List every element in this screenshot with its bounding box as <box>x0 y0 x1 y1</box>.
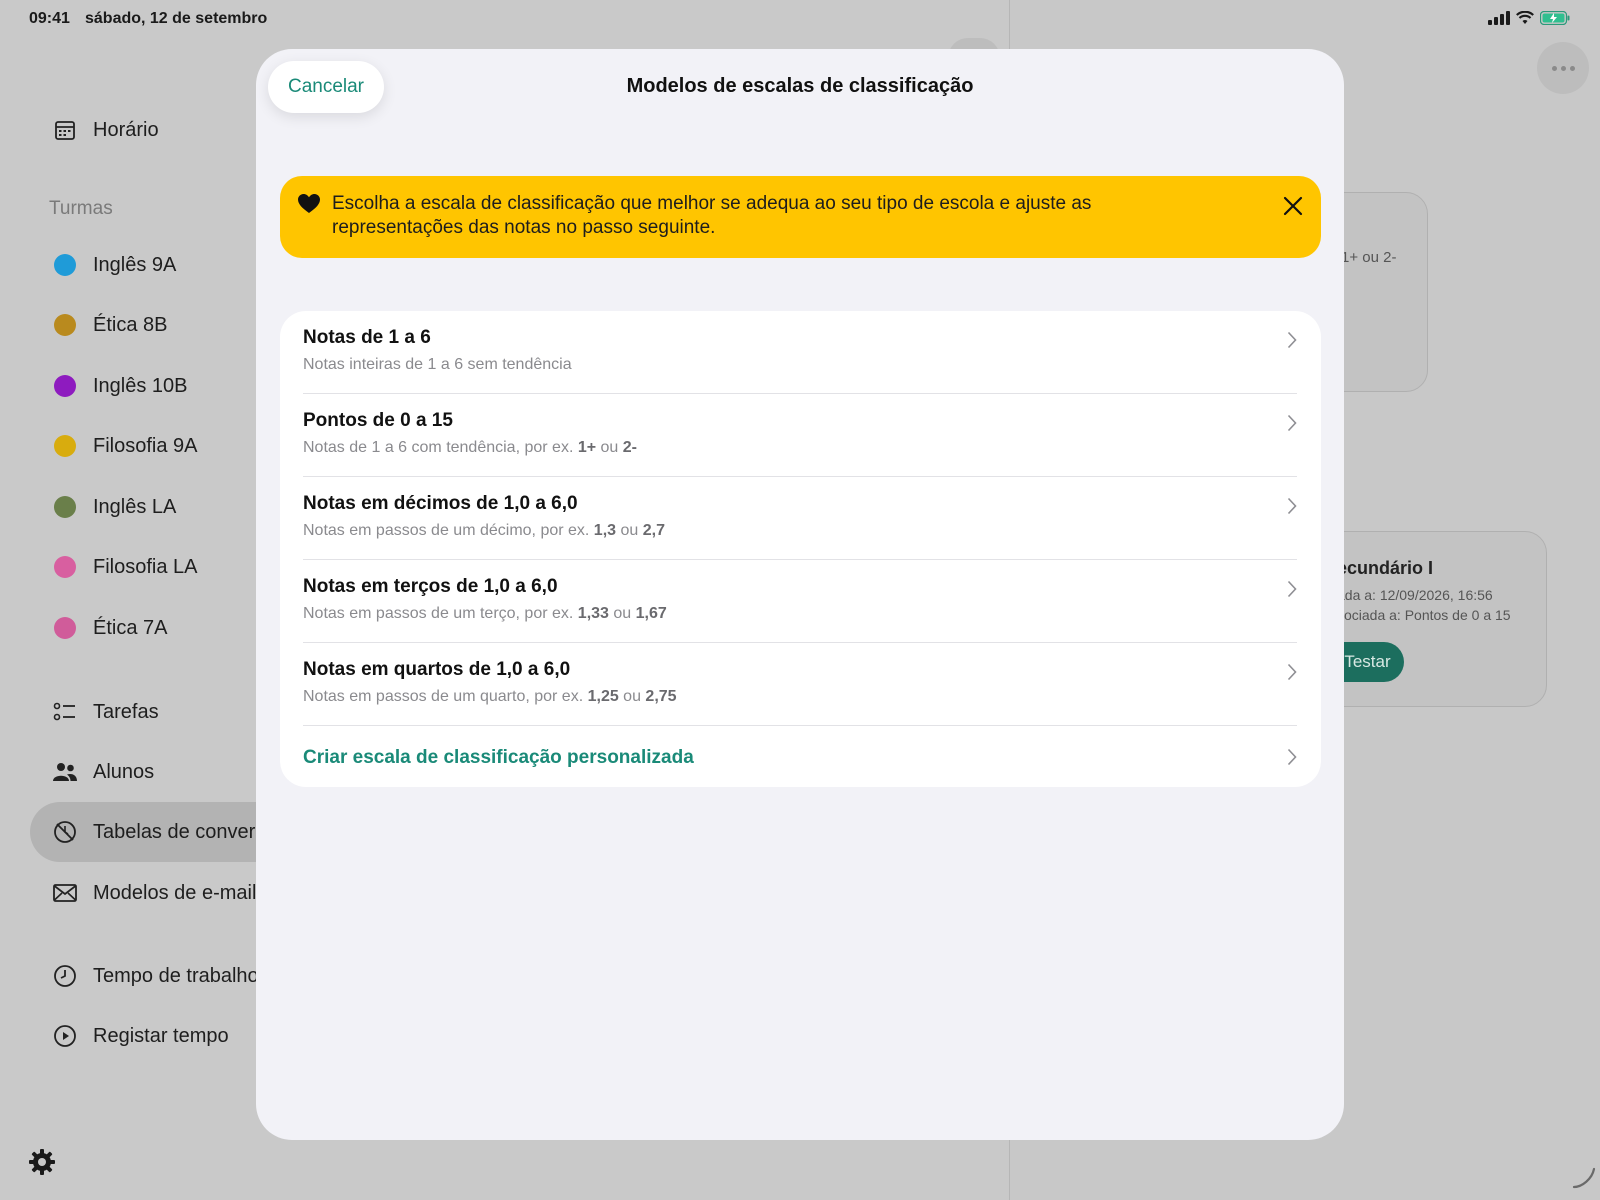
scale-option-subtitle: Notas em passos de um terço, por ex. 1,3… <box>303 605 667 622</box>
sidebar-item-schedule[interactable]: Horário <box>52 110 159 150</box>
class-color-dot <box>54 617 76 639</box>
status-bar: 09:41 sábado, 12 de setembro <box>0 0 1600 38</box>
chevron-right-icon <box>1287 748 1297 771</box>
sidebar-item-tasks[interactable]: Tarefas <box>52 692 159 732</box>
scale-option-subtitle: Notas em passos de um décimo, por ex. 1,… <box>303 522 665 539</box>
signal-icon <box>1488 11 1510 30</box>
classes-heading: Turmas <box>49 198 113 219</box>
modal-title: Modelos de escalas de classificação <box>626 75 974 97</box>
sidebar-item-label: Inglês 10B <box>93 374 188 397</box>
sidebar-item-work-time[interactable]: Tempo de trabalho <box>52 956 259 996</box>
sidebar-item-class[interactable]: Inglês 9A <box>52 245 176 285</box>
scale-option-title: Notas em quartos de 1,0 a 6,0 <box>303 659 571 680</box>
chevron-right-icon <box>1287 580 1297 603</box>
heart-icon <box>298 194 320 219</box>
sidebar-item-label: Inglês LA <box>93 495 177 518</box>
class-color-dot <box>54 375 76 397</box>
class-color-dot <box>54 254 76 276</box>
resize-handle-icon[interactable] <box>1572 1165 1596 1194</box>
scale-option-title: Notas em terços de 1,0 a 6,0 <box>303 576 558 597</box>
info-banner: Escolha a escala de classificação que me… <box>280 176 1321 258</box>
people-icon <box>52 759 78 785</box>
sidebar-item-label: Ética 7A <box>93 616 168 639</box>
scale-option-row[interactable]: Notas em décimos de 1,0 a 6,0 Notas em p… <box>303 477 1297 560</box>
sidebar-item-class[interactable]: Filosofia LA <box>52 547 198 587</box>
more-options-button[interactable] <box>1537 42 1589 94</box>
scale-options-list: Notas de 1 a 6 Notas inteiras de 1 a 6 s… <box>280 311 1321 787</box>
scale-option-subtitle: Notas inteiras de 1 a 6 sem tendência <box>303 356 572 373</box>
checklist-icon <box>52 699 78 725</box>
banner-message: Escolha a escala de classificação que me… <box>332 193 1092 238</box>
wifi-icon <box>1516 10 1534 30</box>
background-card-text: ada a: 12/09/2026, 16:56 <box>1337 587 1493 603</box>
scale-option-title: Pontos de 0 a 15 <box>303 410 453 431</box>
status-time: 09:41 <box>29 10 70 27</box>
scale-option-title: Notas em décimos de 1,0 a 6,0 <box>303 493 578 514</box>
sidebar-item-log-time[interactable]: Registar tempo <box>52 1016 229 1056</box>
sidebar-item-conversion-tables[interactable]: Tabelas de convers <box>52 812 265 852</box>
class-color-dot <box>54 556 76 578</box>
scale-option-row[interactable]: Notas em quartos de 1,0 a 6,0 Notas em p… <box>303 643 1297 726</box>
battery-charging-icon <box>1539 10 1570 30</box>
scale-option-row[interactable]: Notas em terços de 1,0 a 6,0 Notas em pa… <box>303 560 1297 643</box>
sidebar-item-label: Tempo de trabalho <box>93 964 259 987</box>
sidebar-item-label: Tabelas de convers <box>93 820 266 843</box>
chevron-right-icon <box>1287 497 1297 520</box>
status-date: sábado, 12 de setembro <box>85 10 268 27</box>
settings-gear-icon[interactable] <box>28 1148 56 1181</box>
play-circle-icon <box>52 1023 78 1049</box>
grading-scale-templates-modal: Cancelar Modelos de escalas de classific… <box>256 49 1344 1140</box>
sidebar-item-label: Modelos de e-mail <box>93 881 257 904</box>
sidebar-item-class[interactable]: Inglês 10B <box>52 366 188 406</box>
scale-option-subtitle: Notas em passos de um quarto, por ex. 1,… <box>303 688 677 705</box>
sidebar-item-label: Ética 8B <box>93 313 168 336</box>
scale-option-row[interactable]: Pontos de 0 a 15 Notas de 1 a 6 com tend… <box>303 394 1297 477</box>
sidebar-item-label: Tarefas <box>93 700 159 723</box>
sidebar-item-label: Alunos <box>93 760 155 783</box>
scale-option-title: Notas de 1 a 6 <box>303 327 431 348</box>
prohibited-clock-icon <box>52 819 78 845</box>
chevron-right-icon <box>1287 663 1297 686</box>
calendar-icon <box>52 117 78 143</box>
sidebar-item-students[interactable]: Alunos <box>52 752 154 792</box>
background-card-text: sociada a: Pontos de 0 a 15 <box>1337 607 1511 623</box>
scale-option-subtitle: Notas de 1 a 6 com tendência, por ex. 1+… <box>303 439 637 456</box>
create-custom-scale-row[interactable]: Criar escala de classificação personaliz… <box>303 726 1297 809</box>
class-color-dot <box>54 496 76 518</box>
background-card-title: ecundário I <box>1337 558 1434 578</box>
chevron-right-icon <box>1287 414 1297 437</box>
close-icon[interactable] <box>1281 194 1305 218</box>
clock-icon <box>52 963 78 989</box>
chevron-right-icon <box>1287 331 1297 354</box>
create-custom-scale-label: Criar escala de classificação personaliz… <box>303 747 694 768</box>
sidebar-item-label: Registar tempo <box>93 1024 229 1047</box>
more-icon <box>1551 65 1557 71</box>
sidebar-item-class[interactable]: Ética 8B <box>52 305 167 345</box>
sidebar-item-label: Filosofia LA <box>93 555 198 578</box>
class-color-dot <box>54 435 76 457</box>
sidebar-item-class[interactable]: Filosofia 9A <box>52 426 198 466</box>
scale-option-row[interactable]: Notas de 1 a 6 Notas inteiras de 1 a 6 s… <box>303 311 1297 394</box>
sidebar-item-class[interactable]: Ética 7A <box>52 608 167 648</box>
status-icons <box>1488 10 1570 30</box>
envelope-icon <box>52 880 78 906</box>
class-color-dot <box>54 314 76 336</box>
sidebar-item-label: Filosofia 9A <box>93 434 198 457</box>
sidebar-item-label: Horário <box>93 118 159 141</box>
background-card-text: 1+ ou 2- <box>1341 249 1397 266</box>
sidebar-item-label: Inglês 9A <box>93 253 177 276</box>
sidebar-item-email-templates[interactable]: Modelos de e-mail <box>52 873 256 913</box>
sidebar-item-class[interactable]: Inglês LA <box>52 487 176 527</box>
